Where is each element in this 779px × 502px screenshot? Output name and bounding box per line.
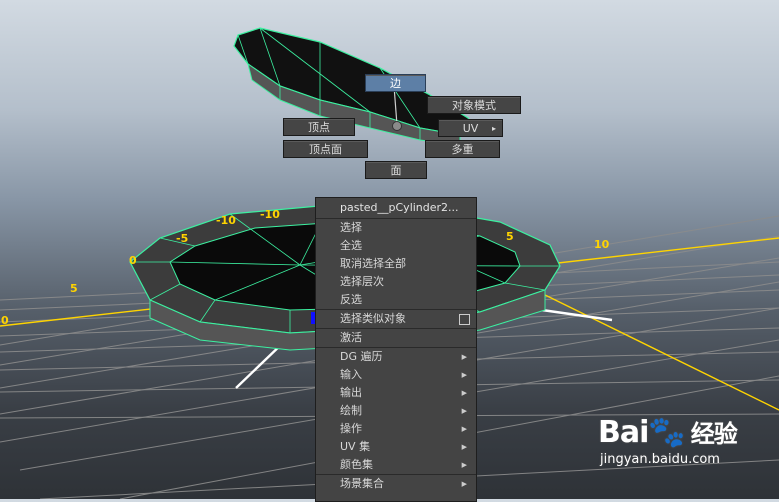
submenu-arrow-icon: ▶	[461, 407, 467, 415]
menu-item-outputs[interactable]: 输出 ▶	[316, 384, 476, 402]
menu-item-select-hierarchy[interactable]: 选择层次	[316, 273, 476, 291]
menu-item-inputs[interactable]: 输入 ▶	[316, 366, 476, 384]
menu-item-actions[interactable]: 操作 ▶	[316, 420, 476, 438]
menu-item-select-all[interactable]: 全选	[316, 237, 476, 255]
menu-item-outputs-label: 输出	[340, 386, 362, 399]
marking-menu-vertex[interactable]: 顶点	[283, 118, 355, 136]
menu-item-scene-assembly[interactable]: 场景集合 ▶	[316, 475, 476, 493]
menu-item-deselect-all[interactable]: 取消选择全部	[316, 255, 476, 273]
grid-label-minus5: -5	[176, 232, 188, 245]
submenu-arrow-icon: ▶	[461, 461, 467, 469]
marking-menu-edge[interactable]: 边	[365, 74, 426, 92]
marking-menu-uv[interactable]: UV ▸	[438, 119, 503, 137]
grid-label-5-left: 5	[70, 282, 78, 295]
marking-menu-vertex-face[interactable]: 顶点面	[283, 140, 368, 158]
context-menu-title: pasted__pCylinder2...	[316, 198, 476, 219]
watermark-logo-cn: 经验	[690, 420, 738, 448]
watermark-logo: Bai	[598, 415, 649, 450]
marking-menu-uv-label: UV	[462, 122, 479, 135]
menu-item-dg-traversal[interactable]: DG 遍历 ▶	[316, 348, 476, 366]
baidu-logo: Bai🐾 经验	[598, 414, 768, 450]
marking-menu-object-mode[interactable]: 对象模式	[427, 96, 521, 114]
grid-label-0-far: 0	[1, 314, 9, 327]
menu-item-select[interactable]: 选择	[316, 219, 476, 237]
menu-item-inputs-label: 输入	[340, 368, 362, 381]
menu-item-actions-label: 操作	[340, 422, 362, 435]
grid-label-minus10a: -10	[216, 214, 236, 227]
option-box-icon[interactable]	[459, 314, 470, 325]
paw-icon: 🐾	[648, 415, 685, 450]
submenu-arrow-icon: ▶	[461, 443, 467, 451]
grid-label-0-left: 0	[129, 254, 137, 267]
menu-item-invert-selection[interactable]: 反选	[316, 291, 476, 309]
menu-item-color-sets-label: 颜色集	[340, 458, 373, 471]
submenu-arrow-icon: ▶	[461, 371, 467, 379]
menu-item-dg-traversal-label: DG 遍历	[340, 350, 383, 363]
marking-menu-face[interactable]: 面	[365, 161, 427, 179]
submenu-arrow-icon: ▸	[491, 124, 496, 133]
menu-item-scene-assembly-label: 场景集合	[340, 477, 384, 490]
menu-item-uv-sets-label: UV 集	[340, 440, 371, 453]
grid-label-10-right: 10	[594, 238, 610, 251]
grid-label-minus10b: -10	[260, 208, 280, 221]
context-menu: pasted__pCylinder2... 选择 全选 取消选择全部 选择层次 …	[315, 197, 477, 502]
submenu-arrow-icon: ▶	[461, 353, 467, 361]
menu-item-paint-label: 绘制	[340, 404, 362, 417]
menu-item-select-similar[interactable]: 选择类似对象	[316, 310, 476, 328]
menu-item-paint[interactable]: 绘制 ▶	[316, 402, 476, 420]
submenu-arrow-icon: ▶	[461, 480, 467, 488]
menu-item-activate[interactable]: 激活	[316, 329, 476, 347]
watermark-url: jingyan.baidu.com	[600, 452, 720, 467]
marking-menu-multi[interactable]: 多重	[425, 140, 500, 158]
submenu-arrow-icon: ▶	[461, 425, 467, 433]
menu-item-uv-sets[interactable]: UV 集 ▶	[316, 438, 476, 456]
grid-label-5-right: 5	[506, 230, 514, 243]
watermark: Bai🐾 经验 jingyan.baidu.com	[598, 414, 768, 484]
menu-item-select-similar-label: 选择类似对象	[340, 312, 406, 325]
submenu-arrow-icon: ▶	[461, 389, 467, 397]
menu-item-color-sets[interactable]: 颜色集 ▶	[316, 456, 476, 474]
